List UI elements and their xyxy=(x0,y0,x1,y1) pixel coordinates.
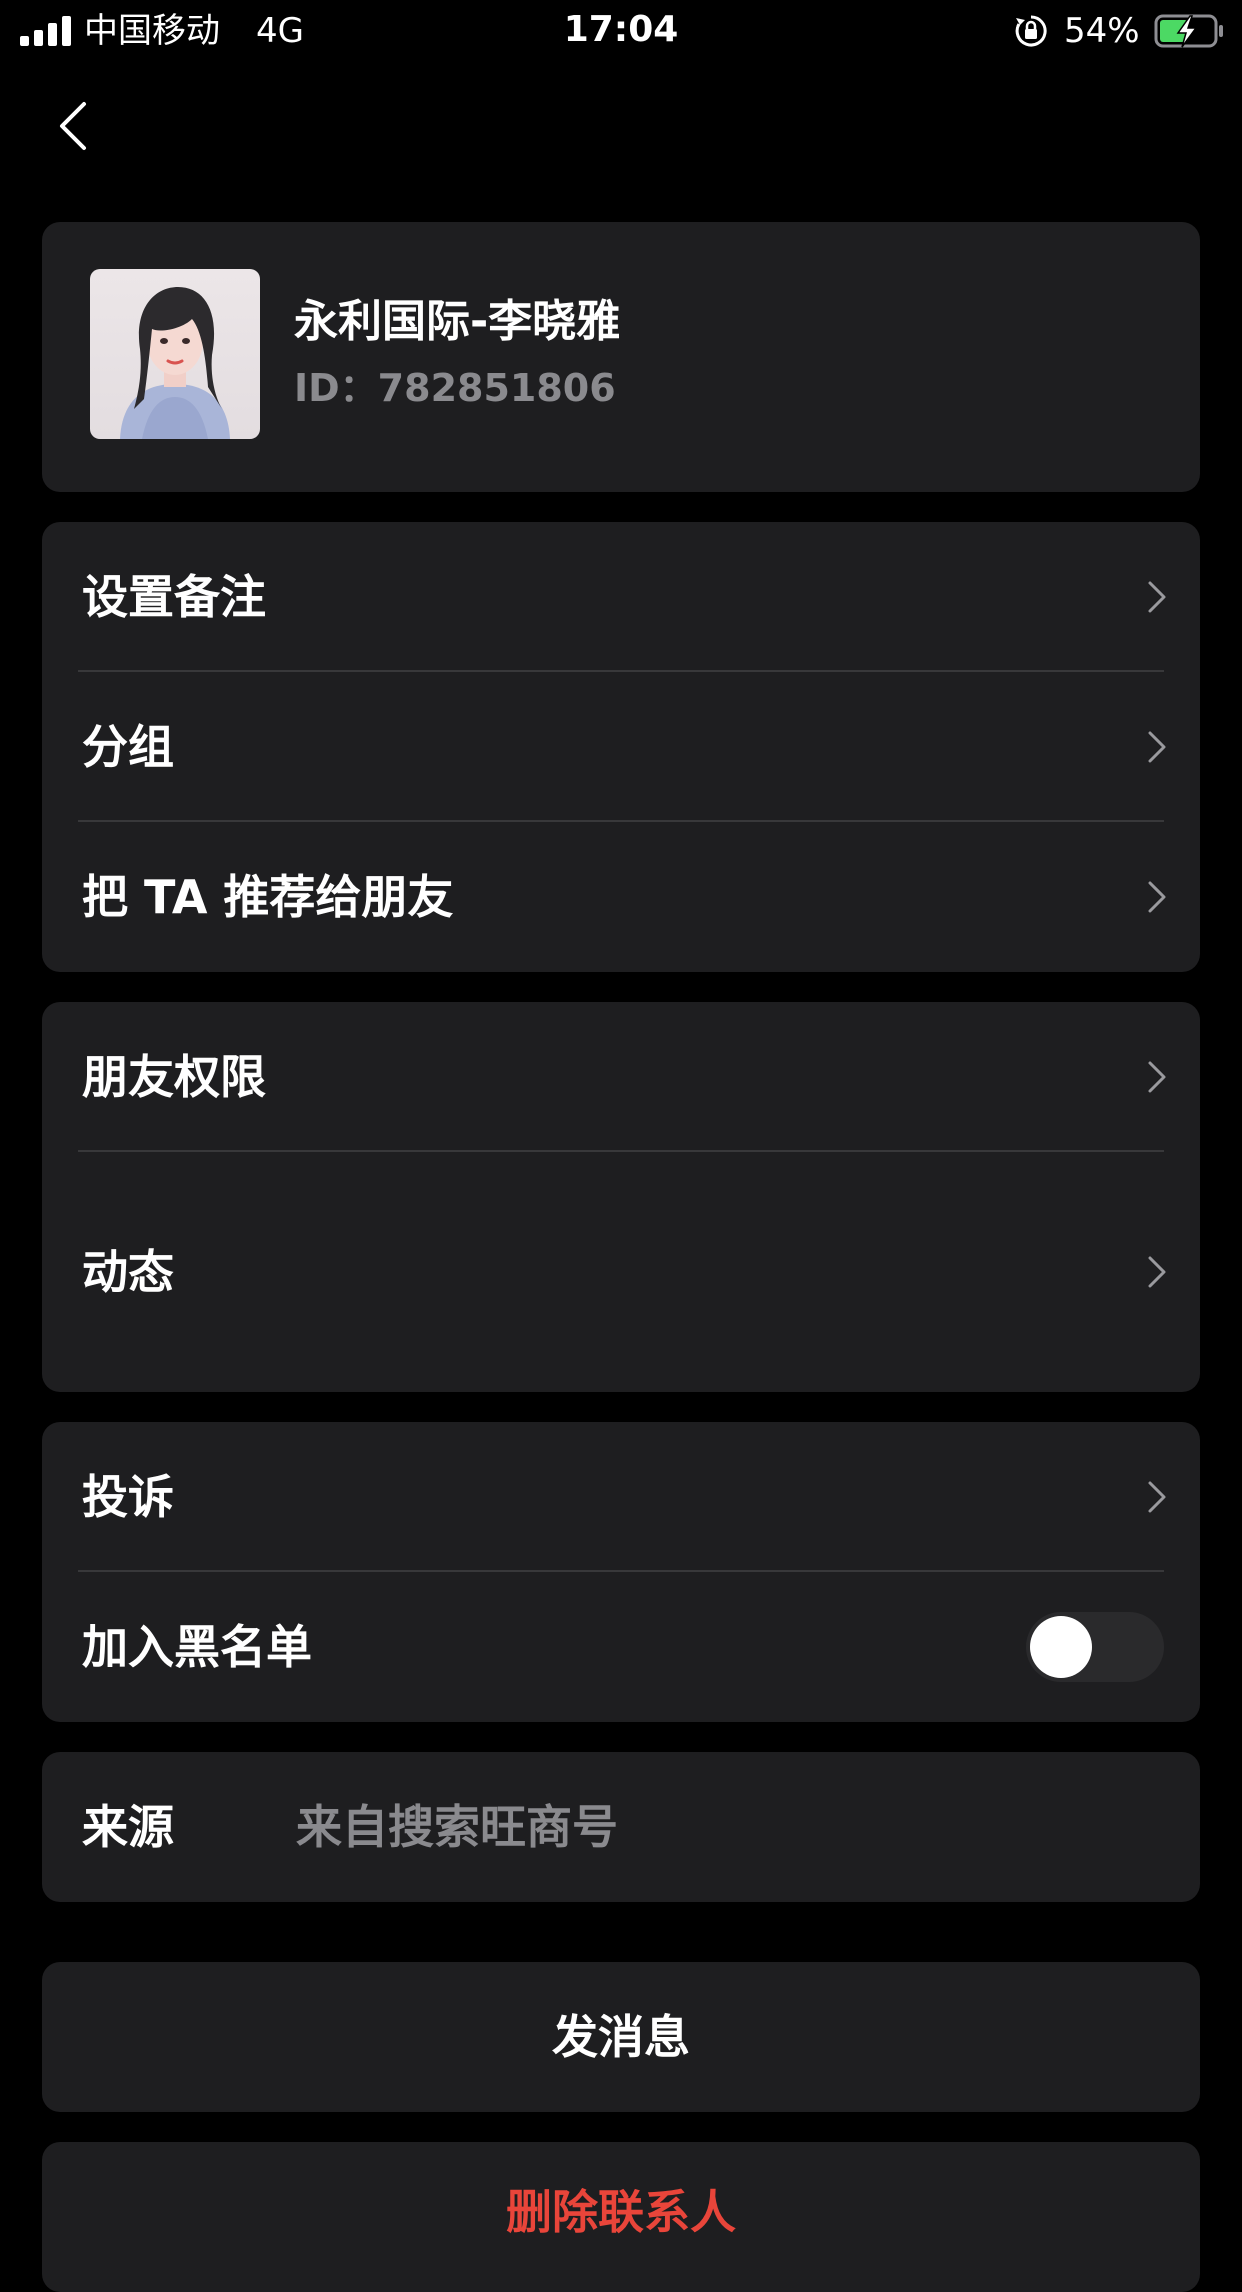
profile-card: 永利国际-李晓雅 ID：782851806 xyxy=(42,222,1200,492)
back-button[interactable] xyxy=(44,90,104,160)
avatar-photo xyxy=(90,269,260,439)
recommend-to-friend-row[interactable]: 把 TA 推荐给朋友 xyxy=(42,822,1200,972)
moments-label: 动态 xyxy=(82,1245,174,1299)
battery-percent: 54% xyxy=(1064,11,1140,51)
chevron-right-icon xyxy=(1144,877,1170,917)
moments-row[interactable]: 动态 xyxy=(42,1152,1200,1392)
settings-group-3: 投诉 加入黑名单 xyxy=(42,1422,1200,1722)
chevron-right-icon xyxy=(1144,577,1170,617)
chevron-right-icon xyxy=(1144,1252,1170,1292)
battery-charging-icon xyxy=(1154,14,1223,48)
group-label: 分组 xyxy=(82,720,174,774)
report-label: 投诉 xyxy=(82,1470,174,1524)
blacklist-label: 加入黑名单 xyxy=(82,1620,312,1674)
delete-contact-button[interactable]: 删除联系人 xyxy=(42,2142,1200,2292)
settings-group-2: 朋友权限 动态 xyxy=(42,1002,1200,1392)
chevron-right-icon xyxy=(1144,1057,1170,1097)
set-remark-label: 设置备注 xyxy=(82,570,266,624)
status-bar: 中国移动 4G 17:04 54% xyxy=(0,0,1242,62)
send-message-button[interactable]: 发消息 xyxy=(42,1962,1200,2112)
toggle-knob xyxy=(1030,1616,1092,1678)
status-time: 17:04 xyxy=(563,9,679,50)
rotation-lock-icon xyxy=(1015,15,1047,47)
friend-permissions-label: 朋友权限 xyxy=(82,1050,266,1104)
set-remark-row[interactable]: 设置备注 xyxy=(42,522,1200,672)
profile-name: 永利国际-李晓雅 xyxy=(294,296,621,347)
friend-permissions-row[interactable]: 朋友权限 xyxy=(42,1002,1200,1152)
source-card: 来源 来自搜索旺商号 xyxy=(42,1752,1200,1902)
group-row[interactable]: 分组 xyxy=(42,672,1200,822)
blacklist-toggle[interactable] xyxy=(1026,1612,1164,1682)
report-row[interactable]: 投诉 xyxy=(42,1422,1200,1572)
source-label: 来源 xyxy=(82,1800,174,1854)
chevron-left-icon xyxy=(60,102,86,150)
profile-id: ID：782851806 xyxy=(294,366,616,410)
source-value: 来自搜索旺商号 xyxy=(296,1800,618,1854)
chevron-right-icon xyxy=(1144,1477,1170,1517)
delete-contact-label: 删除联系人 xyxy=(506,2185,736,2239)
recommend-to-friend-label: 把 TA 推荐给朋友 xyxy=(82,870,454,924)
chevron-right-icon xyxy=(1144,727,1170,767)
settings-group-1: 设置备注 分组 把 TA 推荐给朋友 xyxy=(42,522,1200,972)
avatar[interactable] xyxy=(90,269,260,439)
send-message-label: 发消息 xyxy=(552,2010,690,2064)
